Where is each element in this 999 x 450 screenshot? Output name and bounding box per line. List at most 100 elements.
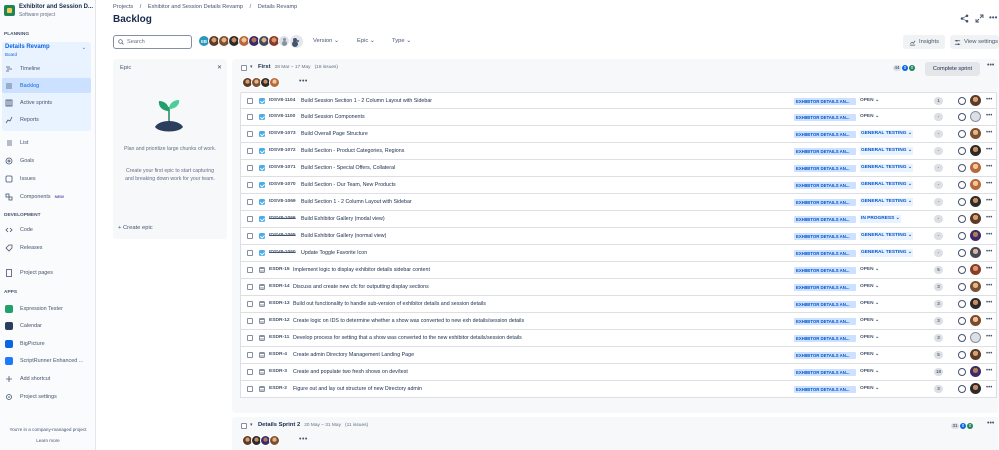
more-icon[interactable]: ••• bbox=[986, 113, 992, 119]
sidebar-item-project-settings[interactable]: Project settings bbox=[2, 389, 91, 404]
issue-row[interactable]: IDSV8-1071 Build Section - Special Offers… bbox=[240, 160, 997, 177]
status-dropdown[interactable]: OPEN ⌄ bbox=[860, 97, 879, 105]
more-icon[interactable]: ••• bbox=[986, 249, 992, 255]
epic-lozenge[interactable]: EXHIBITOR DETAILS AN... bbox=[794, 148, 856, 155]
epic-lozenge[interactable]: EXHIBITOR DETAILS AN... bbox=[794, 131, 856, 138]
epic-lozenge[interactable]: EXHIBITOR DETAILS AN... bbox=[794, 318, 856, 325]
epic-lozenge[interactable]: EXHIBITOR DETAILS AN... bbox=[794, 352, 856, 359]
issue-row[interactable]: ESDR-14 Discuss and create new cfc for ou… bbox=[240, 279, 997, 296]
status-dropdown[interactable]: GENERAL TESTING ⌄ bbox=[860, 147, 913, 155]
sidebar-item-bigpicture[interactable]: BigPicture bbox=[2, 336, 91, 351]
assignee-avatar[interactable] bbox=[970, 128, 981, 139]
more-icon[interactable]: ••• bbox=[986, 266, 992, 272]
sidebar-item-scriptrunner-enhanced[interactable]: ScriptRunner Enhanced ... bbox=[2, 354, 91, 369]
assignee-avatar[interactable] bbox=[970, 213, 981, 224]
chevron-down-icon[interactable]: ⌄ bbox=[82, 45, 86, 51]
board-name[interactable]: Details Revamp bbox=[5, 44, 50, 50]
issue-key[interactable]: ESDR-12 bbox=[269, 318, 290, 323]
more-icon[interactable]: ••• bbox=[986, 164, 992, 170]
epic-lozenge[interactable]: EXHIBITOR DETAILS AN... bbox=[794, 335, 856, 342]
sidebar-item-list[interactable]: List bbox=[2, 135, 91, 150]
issue-row[interactable]: IDSV8-1065 Build Exhibitor Gallery (norma… bbox=[240, 228, 997, 245]
issue-row[interactable]: IDSV8-1070 Build Section - Our Team, New … bbox=[240, 177, 997, 194]
assignee-avatar[interactable] bbox=[970, 247, 981, 258]
issue-row[interactable]: ESDR-3 Create and populate two fresh show… bbox=[240, 364, 997, 381]
epic-lozenge[interactable]: EXHIBITOR DETAILS AN... bbox=[794, 250, 856, 257]
more-icon[interactable]: ••• bbox=[986, 300, 992, 306]
sidebar-item-project-pages[interactable]: Project pages bbox=[2, 265, 91, 280]
issue-summary[interactable]: Build out functionality to handle sub-ve… bbox=[293, 301, 486, 307]
epic-lozenge[interactable]: EXHIBITOR DETAILS AN... bbox=[794, 369, 856, 376]
issue-checkbox[interactable] bbox=[247, 148, 253, 154]
sidebar-item-reports[interactable]: Reports bbox=[2, 112, 91, 127]
status-dropdown[interactable]: GENERAL TESTING ⌄ bbox=[860, 130, 913, 138]
version-filter[interactable]: Version ⌄ bbox=[313, 38, 339, 44]
avatar[interactable] bbox=[269, 435, 280, 446]
issue-checkbox[interactable] bbox=[247, 98, 253, 104]
sidebar-item-add-shortcut[interactable]: Add shortcut bbox=[2, 371, 91, 386]
breadcrumb-board[interactable]: Details Revamp bbox=[258, 4, 297, 10]
epic-lozenge[interactable]: EXHIBITOR DETAILS AN... bbox=[794, 98, 856, 105]
more-icon[interactable]: ••• bbox=[986, 283, 992, 289]
issue-key[interactable]: ESDR-15 bbox=[269, 267, 290, 272]
issue-row[interactable]: ESDR-2 Figure out and lay out structure o… bbox=[240, 381, 997, 398]
issue-summary[interactable]: Build Overall Page Structure bbox=[301, 131, 368, 137]
more-icon[interactable]: ••• bbox=[299, 78, 308, 85]
sidebar-item-components[interactable]: Components NEW bbox=[2, 189, 91, 204]
issue-checkbox[interactable] bbox=[247, 386, 253, 392]
issue-row[interactable]: ESDR-4 Create admin Directory Management … bbox=[240, 347, 997, 364]
issue-checkbox[interactable] bbox=[247, 165, 253, 171]
issue-key[interactable]: IDSV8-1072 bbox=[269, 148, 296, 153]
issue-summary[interactable]: Update Toggle Favorite Icon bbox=[301, 250, 367, 256]
issue-key[interactable]: ESDR-13 bbox=[269, 301, 290, 306]
issue-checkbox[interactable] bbox=[247, 301, 253, 307]
assignee-avatar[interactable] bbox=[970, 230, 981, 241]
type-filter[interactable]: Type ⌄ bbox=[392, 38, 411, 44]
issue-summary[interactable]: Figure out and lay out structure of new … bbox=[293, 386, 422, 392]
sidebar-item-backlog[interactable]: Backlog bbox=[2, 78, 91, 93]
assignee-avatar[interactable] bbox=[970, 95, 981, 106]
issue-row[interactable]: IDSV8-1104 Build Session Section 1 - 2 Co… bbox=[240, 92, 997, 109]
issue-row[interactable]: IDSV8-1073 Build Overall Page Structure EX… bbox=[240, 126, 997, 143]
more-icon[interactable]: ••• bbox=[986, 215, 992, 221]
close-icon[interactable]: ✕ bbox=[217, 64, 222, 71]
issue-row[interactable]: ESDR-15 Implement logic to display exhibi… bbox=[240, 262, 997, 279]
epic-lozenge[interactable]: EXHIBITOR DETAILS AN... bbox=[794, 301, 856, 308]
more-icon[interactable]: ••• bbox=[986, 351, 992, 357]
issue-row[interactable]: IDSV8-1060 Update Toggle Favorite Icon EXH… bbox=[240, 245, 997, 262]
more-icon[interactable]: ••• bbox=[986, 334, 992, 340]
view-settings-button[interactable]: View settings bbox=[950, 35, 999, 49]
more-icon[interactable]: ••• bbox=[986, 130, 992, 136]
epic-lozenge[interactable]: EXHIBITOR DETAILS AN... bbox=[794, 284, 856, 291]
breadcrumb-projects[interactable]: Projects bbox=[113, 4, 133, 10]
epic-lozenge[interactable]: EXHIBITOR DETAILS AN... bbox=[794, 216, 856, 223]
status-dropdown[interactable]: OPEN ⌄ bbox=[860, 317, 879, 325]
issue-checkbox[interactable] bbox=[247, 352, 253, 358]
search-box[interactable] bbox=[113, 35, 192, 49]
assignee-avatar[interactable] bbox=[970, 349, 981, 360]
assignee-avatar[interactable] bbox=[970, 366, 981, 377]
sprint-name[interactable]: First 28 Mar – 17 May (18 issues) bbox=[258, 64, 338, 70]
sidebar-item-goals[interactable]: Goals bbox=[2, 153, 91, 168]
assignee-avatar[interactable] bbox=[970, 111, 981, 122]
issue-summary[interactable]: Build Exhibitor Gallery (normal view) bbox=[301, 233, 386, 239]
issue-key[interactable]: IDSV8-1069 bbox=[269, 199, 296, 204]
assignee-avatar[interactable] bbox=[970, 162, 981, 173]
chevron-down-icon[interactable]: ▾ bbox=[250, 422, 253, 428]
issue-summary[interactable]: Build Section - Our Team, New Products bbox=[301, 182, 396, 188]
create-epic-button[interactable]: + Create epic bbox=[118, 225, 153, 231]
issue-checkbox[interactable] bbox=[247, 233, 253, 239]
breadcrumb-project[interactable]: Exhibitor and Session Details Revamp bbox=[148, 4, 243, 10]
status-dropdown[interactable]: GENERAL TESTING ⌄ bbox=[860, 198, 913, 206]
share-icon[interactable] bbox=[960, 14, 969, 23]
issue-checkbox[interactable] bbox=[247, 216, 253, 222]
insights-button[interactable]: Insights bbox=[903, 35, 945, 49]
epic-filter[interactable]: Epic ⌄ bbox=[357, 38, 375, 44]
issue-summary[interactable]: Create logic on IDS to determine whether… bbox=[293, 318, 524, 324]
issue-key[interactable]: IDSV8-1060 bbox=[269, 250, 296, 255]
epic-lozenge[interactable]: EXHIBITOR DETAILS AN... bbox=[794, 199, 856, 206]
issue-key[interactable]: IDSV8-1071 bbox=[269, 165, 296, 170]
issue-summary[interactable]: Implement logic to display exhibitor det… bbox=[293, 267, 430, 273]
issue-row[interactable]: ESDR-12 Create logic on IDS to determine … bbox=[240, 313, 997, 330]
issue-checkbox[interactable] bbox=[247, 250, 253, 256]
